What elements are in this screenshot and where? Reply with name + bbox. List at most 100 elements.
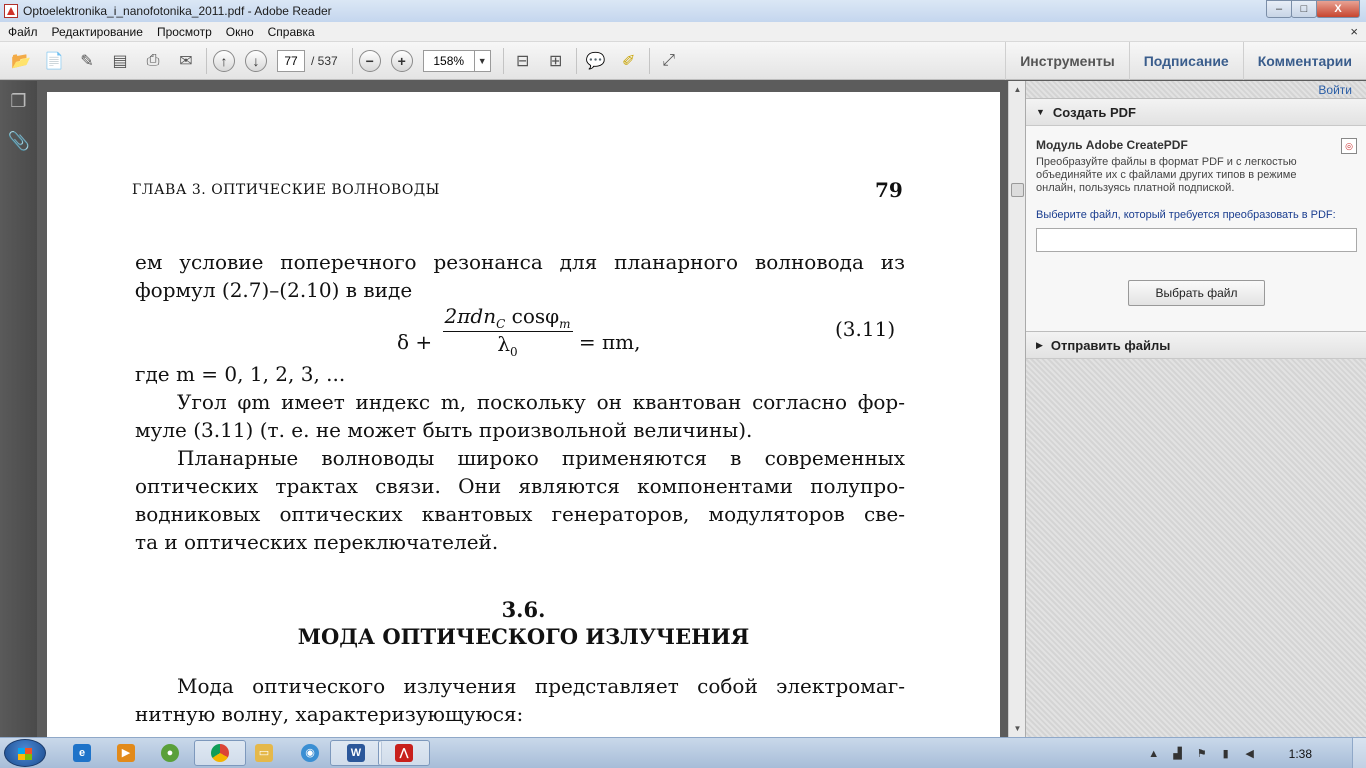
- menu-file[interactable]: Файл: [8, 25, 38, 39]
- page-number: 79: [875, 178, 903, 202]
- menu-view[interactable]: Просмотр: [157, 25, 212, 39]
- adobe-reader-icon: ⋀: [395, 744, 413, 762]
- pages-icon[interactable]: ❐: [8, 91, 30, 113]
- formula-num-rest: cosφ: [505, 304, 560, 328]
- window-controls: – □ X: [1266, 0, 1360, 18]
- scroll-up-icon[interactable]: ▲: [1009, 81, 1026, 98]
- send-files-label: Отправить файлы: [1050, 337, 1171, 353]
- toolbar: 📂 📄 ✎ ▤ ⎙ ✉ ↑ ↓ 77 / 537 − + 158% ▼ ⊟ ⊞ …: [0, 42, 1366, 80]
- show-desktop-button[interactable]: [1352, 738, 1366, 768]
- save-icon[interactable]: ▤: [107, 48, 133, 74]
- page-number-input[interactable]: 77: [277, 49, 305, 72]
- equation-number: (3.11): [835, 317, 896, 341]
- formula-num-sub2: m: [559, 317, 571, 331]
- toolbar-divider: [502, 47, 504, 74]
- taskbar-app[interactable]: ●: [144, 740, 196, 766]
- text-line: ем условие поперечного резонанса для пла…: [135, 250, 905, 274]
- equation: δ + 2πdnC cosφm λ0 = πm,: [397, 304, 640, 359]
- create-pdf-label: Создать PDF: [1052, 104, 1136, 120]
- expand-icon[interactable]: ⤢: [656, 48, 682, 74]
- create-pdf-header[interactable]: ▼ Создать PDF: [1026, 98, 1366, 126]
- text-line: оптических трактах связи. Они являются к…: [135, 474, 905, 498]
- choose-file-button[interactable]: Выбрать файл: [1128, 280, 1265, 306]
- formula-rhs: = πm,: [578, 330, 641, 354]
- previous-page-icon[interactable]: ↑: [213, 49, 235, 72]
- tab-tools[interactable]: Инструменты: [1005, 42, 1129, 80]
- system-tray: ▲ ▟ ⚑ ▮ ◀ 1:38: [1147, 738, 1366, 768]
- create-pdf-icon[interactable]: 📄: [41, 48, 67, 74]
- fit-width-icon[interactable]: ⊞: [543, 48, 569, 74]
- formula-lhs: δ +: [397, 330, 433, 354]
- attachment-icon[interactable]: 📎: [8, 131, 30, 153]
- zoom-select[interactable]: 158% ▼: [422, 49, 491, 72]
- formula-numerator: 2πdnC cosφm: [442, 304, 573, 332]
- clock[interactable]: 1:38: [1289, 747, 1312, 761]
- print-icon[interactable]: ⎙: [140, 48, 166, 74]
- module-title: Модуль Adobe CreatePDF: [1036, 138, 1188, 152]
- show-hidden-icons-icon[interactable]: ▲: [1147, 747, 1161, 761]
- formula-denominator: λ0: [443, 332, 573, 359]
- scroll-down-icon[interactable]: ▼: [1009, 720, 1026, 737]
- tab-comments[interactable]: Комментарии: [1242, 42, 1366, 80]
- menu-bar: Файл Редактирование Просмотр Окно Справк…: [0, 22, 1366, 42]
- close-button[interactable]: X: [1316, 0, 1360, 18]
- fit-page-icon[interactable]: ⊟: [510, 48, 536, 74]
- document-view[interactable]: ГЛАВА 3. ОПТИЧЕСКИЕ ВОЛНОВОДЫ 79 ем усло…: [37, 81, 1008, 737]
- menu-window[interactable]: Окно: [226, 25, 254, 39]
- text-line: водниковых оптических квантовых генерато…: [135, 502, 905, 526]
- vertical-scrollbar[interactable]: ▲ ▼: [1008, 81, 1025, 737]
- taskbar-adobe-reader[interactable]: ⋀: [378, 740, 430, 766]
- send-files-header[interactable]: ▶ Отправить файлы: [1026, 331, 1366, 359]
- task-tabs: Инструменты Подписание Комментарии: [1005, 42, 1366, 80]
- chrome-icon: [211, 744, 229, 762]
- open-folder-icon[interactable]: 📂: [8, 48, 34, 74]
- toolbar-divider: [648, 47, 650, 74]
- create-pdf-panel: Модуль Adobe CreatePDF ◎ Преобразуйте фа…: [1026, 126, 1366, 332]
- triangle-down-icon: ▼: [1036, 107, 1045, 117]
- formula-fraction: 2πdnC cosφm λ0: [442, 304, 573, 359]
- running-head: ГЛАВА 3. ОПТИЧЕСКИЕ ВОЛНОВОДЫ: [132, 182, 440, 198]
- edit-icon[interactable]: ✎: [74, 48, 100, 74]
- tab-sign[interactable]: Подписание: [1128, 42, 1243, 80]
- adobe-reader-icon: [4, 4, 18, 18]
- highlight-icon[interactable]: ✐: [616, 48, 642, 74]
- text-line: Планарные волноводы широко применяются в…: [177, 446, 905, 470]
- menu-help[interactable]: Справка: [268, 25, 315, 39]
- action-center-icon[interactable]: ⚑: [1195, 747, 1209, 761]
- scroll-thumb[interactable]: [1011, 183, 1024, 197]
- power-icon[interactable]: ▮: [1219, 747, 1233, 761]
- formula-num-sub: C: [496, 317, 506, 331]
- taskbar-app[interactable]: ◉: [284, 740, 336, 766]
- app-icon: ◉: [301, 744, 319, 762]
- title-bar: Optoelektronika_i_nanofotonika_2011.pdf …: [0, 0, 1366, 22]
- toolbar-divider: [575, 47, 577, 74]
- window-title: Optoelektronika_i_nanofotonika_2011.pdf …: [23, 4, 332, 18]
- menu-edit[interactable]: Редактирование: [52, 25, 143, 39]
- next-page-icon[interactable]: ↓: [245, 49, 267, 72]
- section-title: МОДА ОПТИЧЕСКОГО ИЗЛУЧЕНИЯ: [297, 624, 750, 649]
- zoom-out-button[interactable]: −: [358, 49, 381, 72]
- taskbar: e ▶ ● ▭ ◉ W ⋀ ▲ ▟ ⚑ ▮ ◀ 1:38: [0, 737, 1366, 768]
- minimize-button[interactable]: –: [1266, 0, 1292, 18]
- media-player-icon: ▶: [117, 744, 135, 762]
- taskbar-explorer[interactable]: ▭: [238, 740, 290, 766]
- maximize-button[interactable]: □: [1291, 0, 1317, 18]
- formula-num-text: 2πdn: [444, 304, 497, 328]
- taskbar-word[interactable]: W: [330, 740, 382, 766]
- email-icon[interactable]: ✉: [173, 48, 199, 74]
- text-line: формул (2.7)–(2.10) в виде: [135, 278, 413, 302]
- text-line: та и оптических переключателей.: [135, 530, 499, 554]
- chevron-down-icon[interactable]: ▼: [473, 50, 490, 71]
- text-line: Мода оптического излучения представляет …: [177, 674, 905, 698]
- comment-icon[interactable]: 💬: [583, 48, 609, 74]
- close-document-icon[interactable]: ×: [1350, 24, 1358, 39]
- sign-in-link[interactable]: Войти: [1318, 83, 1352, 97]
- network-icon[interactable]: ▟: [1171, 747, 1185, 761]
- zoom-in-button[interactable]: +: [390, 49, 413, 72]
- start-button[interactable]: [4, 739, 46, 767]
- page-total: / 537: [311, 53, 338, 68]
- file-path-input[interactable]: [1036, 228, 1357, 252]
- volume-icon[interactable]: ◀: [1243, 747, 1257, 761]
- text-line: нитную волну, характеризующуюся:: [135, 702, 524, 726]
- internet-explorer-icon: e: [73, 744, 91, 762]
